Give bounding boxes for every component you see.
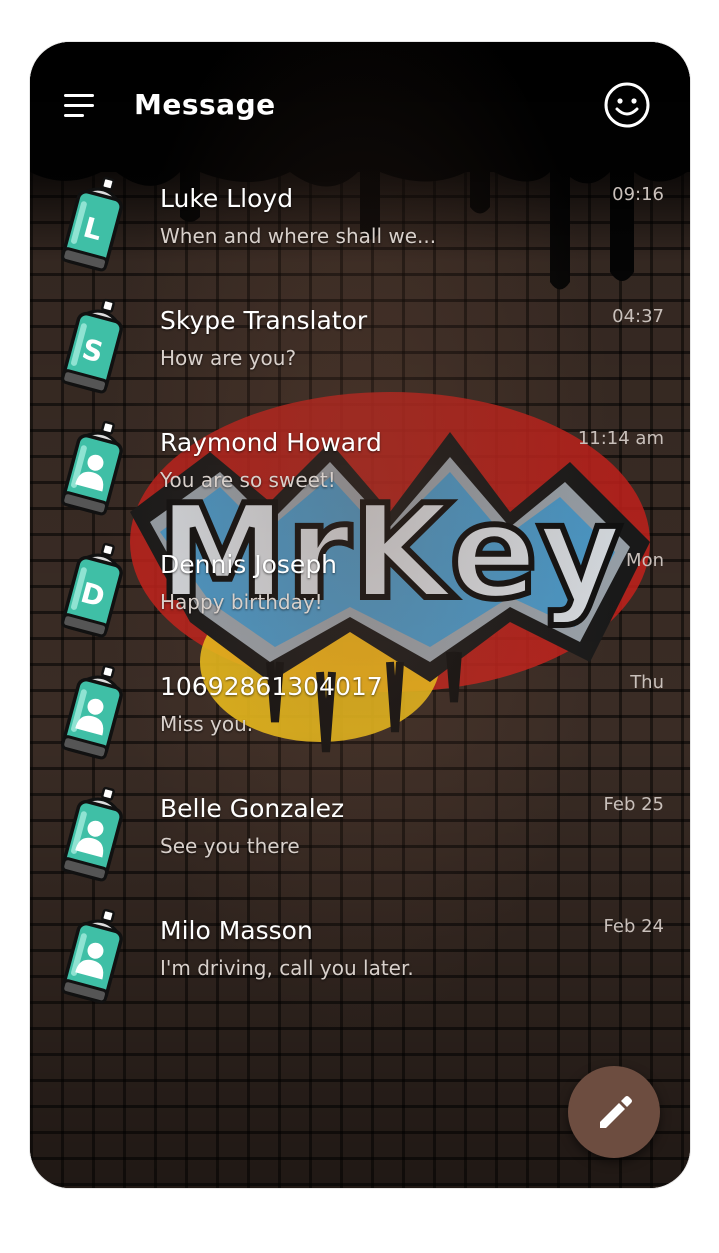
message-preview: How are you? bbox=[160, 346, 297, 370]
contact-name: Raymond Howard bbox=[160, 428, 382, 457]
contact-name: 10692861304017 bbox=[160, 672, 383, 701]
hamburger-menu-icon[interactable] bbox=[64, 94, 94, 118]
message-preview: You are so sweet! bbox=[160, 468, 336, 492]
message-preview: See you there bbox=[160, 834, 300, 858]
conversation-row[interactable]: L Luke Lloyd When and where shall we... 09:… bbox=[30, 166, 690, 288]
conversation-row[interactable]: Raymond Howard You are so sweet! 11:14 am bbox=[30, 410, 690, 532]
message-time: 09:16 bbox=[612, 184, 664, 205]
contact-name: Luke Lloyd bbox=[160, 184, 294, 213]
message-preview: When and where shall we... bbox=[160, 224, 437, 248]
message-time: Feb 25 bbox=[603, 794, 665, 815]
message-time: 11:14 am bbox=[577, 428, 664, 449]
spray-can-avatar-icon bbox=[54, 662, 130, 762]
message-preview: Happy birthday! bbox=[160, 590, 323, 614]
message-preview: I'm driving, call you later. bbox=[160, 956, 414, 980]
spray-can-avatar-icon: L bbox=[54, 174, 130, 274]
contact-name: Milo Masson bbox=[160, 916, 313, 945]
contact-name: Dennis Joseph bbox=[160, 550, 338, 579]
smiley-face-icon[interactable] bbox=[604, 82, 650, 128]
message-time: Thu bbox=[630, 672, 664, 693]
message-time: 04:37 bbox=[612, 306, 664, 327]
conversation-row[interactable]: Milo Masson I'm driving, call you later. F… bbox=[30, 898, 690, 1020]
spray-can-avatar-icon: S bbox=[54, 296, 130, 396]
spray-can-avatar-icon: D bbox=[54, 540, 130, 640]
pencil-compose-icon bbox=[600, 1096, 632, 1128]
conversation-row[interactable]: Belle Gonzalez See you there Feb 25 bbox=[30, 776, 690, 898]
compose-button[interactable] bbox=[568, 1066, 660, 1158]
conversation-row[interactable]: S Skype Translator How are you? 04:37 bbox=[30, 288, 690, 410]
contact-name: Skype Translator bbox=[160, 306, 368, 335]
conversation-list: L Luke Lloyd When and where shall we... 09:… bbox=[30, 172, 690, 1020]
spray-can-avatar-icon bbox=[54, 784, 130, 884]
contact-name: Belle Gonzalez bbox=[160, 794, 345, 823]
message-preview: Miss you. bbox=[160, 712, 254, 736]
page-title: Message bbox=[134, 88, 276, 121]
conversation-row[interactable]: D Dennis Joseph Happy birthday! Mon bbox=[30, 532, 690, 654]
phone-screen: MrKey Message LLuke LloydWhen and where … bbox=[30, 42, 690, 1188]
message-time: Feb 24 bbox=[603, 916, 665, 937]
spray-can-avatar-icon bbox=[54, 418, 130, 518]
conversation-row[interactable]: 10692861304017 Miss you. Thu bbox=[30, 654, 690, 776]
spray-can-avatar-icon bbox=[54, 906, 130, 1006]
message-time: Mon bbox=[626, 550, 664, 571]
top-bar: Message bbox=[30, 42, 690, 172]
